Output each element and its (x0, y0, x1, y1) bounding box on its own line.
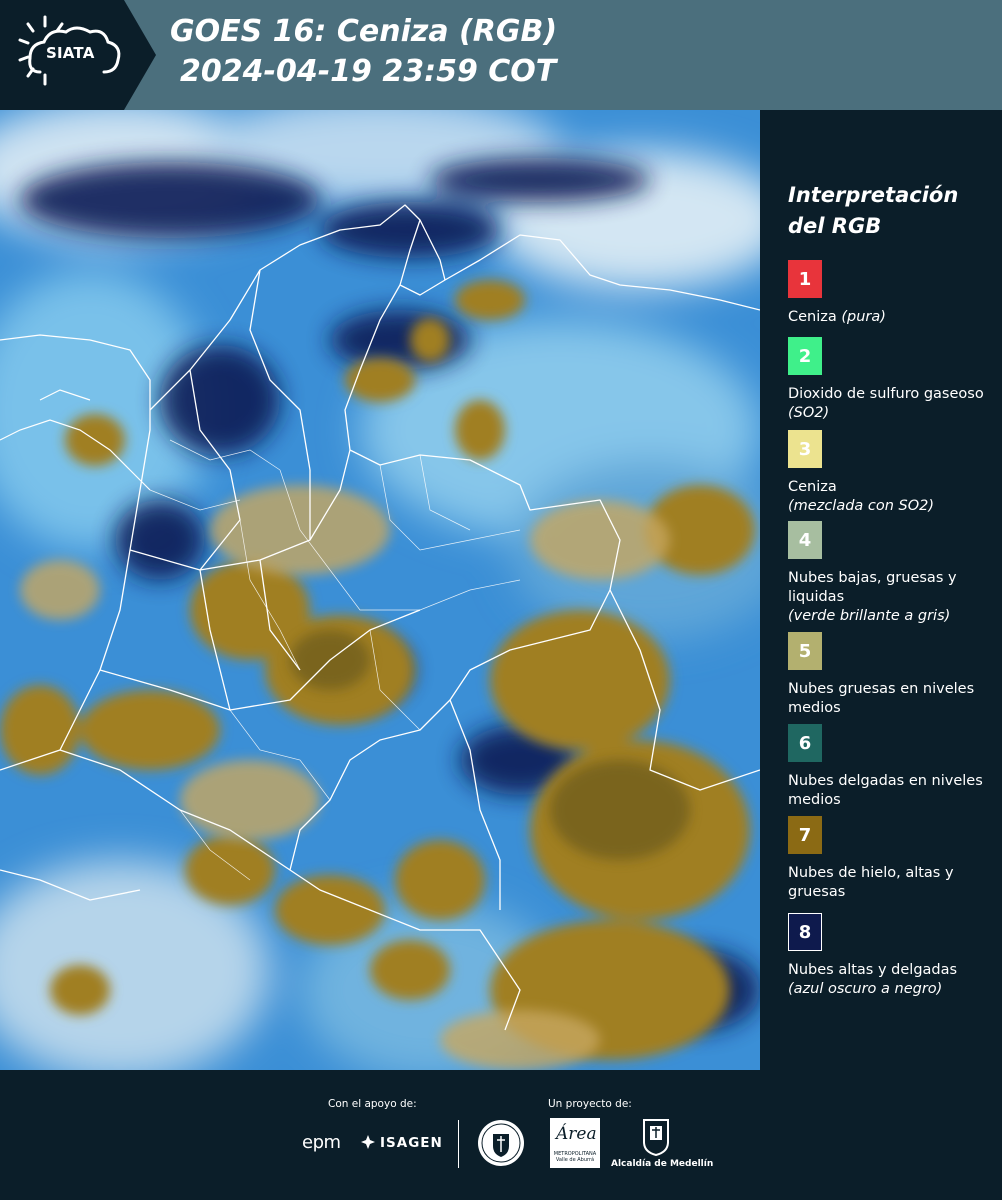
seal-icon (478, 1120, 524, 1166)
legend-note: (verde brillante a gris) (788, 608, 951, 624)
area-metropolitana-logo: Área METROPOLITANA Valle de Aburrá (550, 1118, 600, 1168)
footer-bar: Con el apoyo de: Un proyecto de: epm ISA… (0, 1070, 1002, 1200)
satellite-image (0, 110, 760, 1070)
legend-label: Nubes bajas, gruesas y liquidas (788, 570, 957, 605)
legend-label: Nubes delgadas en niveles medios (788, 773, 983, 808)
legend-swatch: 8 (788, 913, 822, 951)
legend-item-low-clouds: 4 Nubes bajas, gruesas y liquidas (verde … (788, 521, 998, 626)
amva-script: Área (556, 1124, 597, 1144)
timestamp-title: 2024-04-19 23:59 COT (180, 54, 557, 89)
legend-note: (pura) (841, 309, 886, 325)
legend-title: Interpretación del RGB (788, 183, 959, 238)
legend-label: Nubes gruesas en niveles medios (788, 681, 975, 716)
page-title: GOES 16: Ceniza (RGB) (170, 14, 558, 49)
footer-divider (458, 1120, 459, 1168)
logo-text: SIATA (46, 44, 95, 62)
isagen-icon (361, 1135, 375, 1149)
support-label: Con el apoyo de: (328, 1098, 417, 1110)
amva-caption: METROPOLITANA Valle de Aburrá (553, 1151, 597, 1163)
project-label: Un proyecto de: (548, 1098, 632, 1110)
legend-swatch: 6 (788, 724, 822, 762)
legend-swatch: 5 (788, 632, 822, 670)
legend-item-thin-mid-clouds: 6 Nubes delgadas en niveles medios (788, 724, 998, 810)
legend-label: Nubes de hielo, altas y gruesas (788, 865, 954, 900)
legend-item-ice-clouds: 7 Nubes de hielo, altas y gruesas (788, 816, 998, 902)
legend-note: (azul oscuro a negro) (788, 981, 943, 997)
legend-swatch: 7 (788, 816, 822, 854)
legend-item-ash-pure: 1 Ceniza (pura) (788, 260, 998, 327)
legend-note: (mezclada con SO2) (788, 498, 935, 514)
siata-logo: SIATA (0, 0, 156, 110)
legend-item-high-thin-clouds: 8 Nubes altas y delgadas (azul oscuro a n… (788, 913, 998, 999)
legend-panel: Interpretación del RGB 1 Ceniza (pura) 2… (760, 110, 1002, 1070)
isagen-logo: ISAGEN (380, 1135, 443, 1151)
legend-label: Dioxido de sulfuro gaseoso (788, 386, 984, 402)
legend-item-so2: 2 Dioxido de sulfuro gaseoso (SO2) (788, 337, 998, 423)
epm-logo: epm (302, 1132, 341, 1153)
medellin-shield-icon (643, 1119, 669, 1156)
medellin-label: Alcaldía de Medellín (611, 1159, 714, 1169)
satellite-map[interactable] (0, 110, 760, 1070)
legend-label: Ceniza (788, 309, 837, 325)
legend-swatch: 3 (788, 430, 822, 468)
legend-swatch: 4 (788, 521, 822, 559)
legend-item-ash-so2: 3 Ceniza (mezclada con SO2) (788, 430, 998, 516)
legend-swatch: 2 (788, 337, 822, 375)
legend-label: Ceniza (788, 479, 837, 495)
legend-note: (SO2) (788, 405, 830, 421)
legend-swatch: 1 (788, 260, 822, 298)
header-bar: SIATA GOES 16: Ceniza (RGB) 2024-04-19 2… (0, 0, 1002, 110)
legend-item-thick-mid-clouds: 5 Nubes gruesas en niveles medios (788, 632, 998, 718)
legend-label: Nubes altas y delgadas (788, 962, 958, 978)
